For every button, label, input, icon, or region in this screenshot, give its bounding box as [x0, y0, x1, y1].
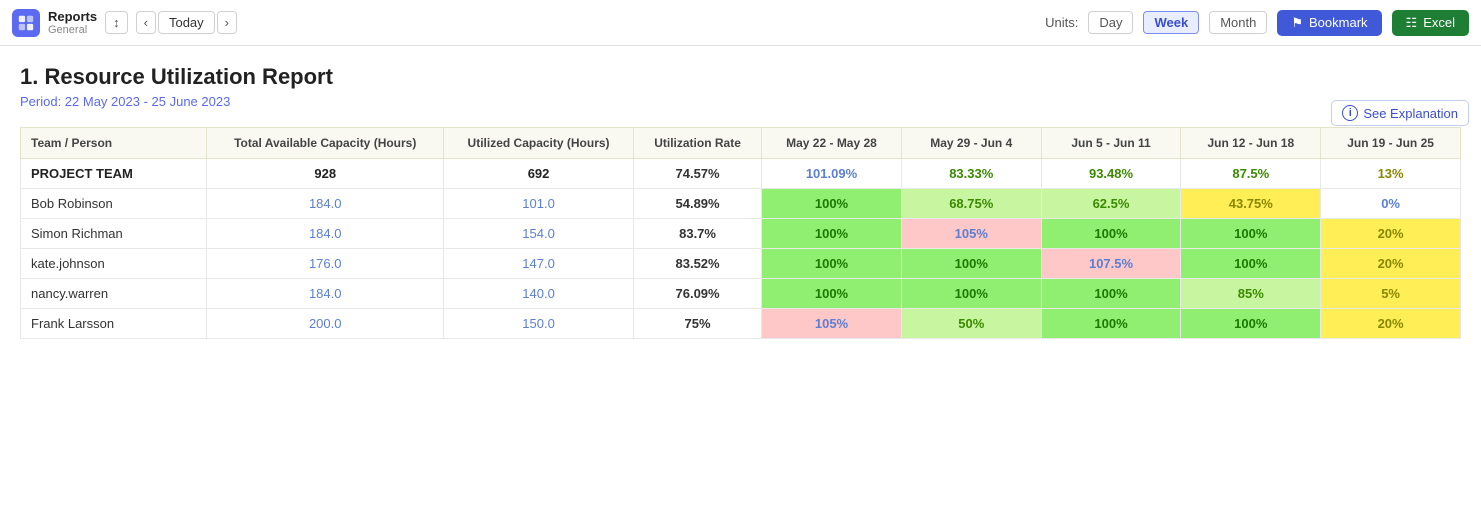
cell-week4: 43.75% — [1181, 189, 1321, 219]
col-week1: May 22 - May 28 — [762, 128, 902, 159]
cell-week2: 50% — [901, 309, 1041, 339]
bookmark-icon: ⚑ — [1291, 15, 1303, 31]
table-row: Frank Larsson 200.0 150.0 75% 105% 50% 1… — [21, 309, 1461, 339]
bookmark-button[interactable]: ⚑ Bookmark — [1277, 10, 1381, 36]
cell-total: 184.0 — [207, 279, 444, 309]
cell-week4: 85% — [1181, 279, 1321, 309]
cell-name: PROJECT TEAM — [21, 159, 207, 189]
nav-app-name: Reports — [48, 9, 97, 24]
nav-arrows: ‹ Today › — [136, 11, 237, 34]
cell-utilized: 692 — [444, 159, 634, 189]
cell-week5: 13% — [1321, 159, 1461, 189]
see-explanation-label: See Explanation — [1363, 106, 1458, 121]
cell-week4: 87.5% — [1181, 159, 1321, 189]
cell-week1: 105% — [762, 309, 902, 339]
cell-total: 176.0 — [207, 249, 444, 279]
cell-week3: 100% — [1041, 279, 1181, 309]
cell-name: nancy.warren — [21, 279, 207, 309]
cell-utilized: 140.0 — [444, 279, 634, 309]
col-utilized-capacity: Utilized Capacity (Hours) — [444, 128, 634, 159]
col-total-available: Total Available Capacity (Hours) — [207, 128, 444, 159]
utilization-table: Team / Person Total Available Capacity (… — [20, 127, 1461, 339]
cell-week2: 105% — [901, 219, 1041, 249]
cell-name: kate.johnson — [21, 249, 207, 279]
cell-total: 928 — [207, 159, 444, 189]
nav-right: Units: Day Week Month ⚑ Bookmark ☷ Excel — [1045, 10, 1469, 36]
bookmark-label: Bookmark — [1309, 15, 1368, 30]
table-row: Simon Richman 184.0 154.0 83.7% 100% 105… — [21, 219, 1461, 249]
cell-week4: 100% — [1181, 249, 1321, 279]
cell-week1: 100% — [762, 189, 902, 219]
table-row: PROJECT TEAM 928 692 74.57% 101.09% 83.3… — [21, 159, 1461, 189]
table-row: kate.johnson 176.0 147.0 83.52% 100% 100… — [21, 249, 1461, 279]
unit-month-button[interactable]: Month — [1209, 11, 1267, 34]
cell-week3: 100% — [1041, 219, 1181, 249]
top-navigation: Reports General ↕ ‹ Today › Units: Day W… — [0, 0, 1481, 46]
col-week3: Jun 5 - Jun 11 — [1041, 128, 1181, 159]
cell-week4: 100% — [1181, 219, 1321, 249]
today-button[interactable]: Today — [158, 11, 215, 34]
excel-label: Excel — [1423, 15, 1455, 30]
col-week2: May 29 - Jun 4 — [901, 128, 1041, 159]
col-week5: Jun 19 - Jun 25 — [1321, 128, 1461, 159]
nav-app-subtitle: General — [48, 24, 97, 36]
cell-utilized: 150.0 — [444, 309, 634, 339]
cell-week2: 100% — [901, 249, 1041, 279]
cell-week3: 107.5% — [1041, 249, 1181, 279]
unit-week-button[interactable]: Week — [1143, 11, 1199, 34]
nav-report-label: Reports General — [48, 9, 97, 36]
cell-name: Frank Larsson — [21, 309, 207, 339]
see-explanation-button[interactable]: i See Explanation — [1331, 100, 1469, 126]
excel-button[interactable]: ☷ Excel — [1392, 10, 1469, 36]
info-icon: i — [1342, 105, 1358, 121]
cell-name: Bob Robinson — [21, 189, 207, 219]
cell-week2: 68.75% — [901, 189, 1041, 219]
cell-week3: 62.5% — [1041, 189, 1181, 219]
chevron-up-icon[interactable]: ↕ — [105, 11, 128, 34]
col-week4: Jun 12 - Jun 18 — [1181, 128, 1321, 159]
cell-week5: 0% — [1321, 189, 1461, 219]
cell-week1: 101.09% — [762, 159, 902, 189]
cell-total: 184.0 — [207, 219, 444, 249]
cell-week1: 100% — [762, 249, 902, 279]
cell-week3: 93.48% — [1041, 159, 1181, 189]
cell-rate: 74.57% — [634, 159, 762, 189]
col-team-person: Team / Person — [21, 128, 207, 159]
cell-week4: 100% — [1181, 309, 1321, 339]
col-utilization-rate: Utilization Rate — [634, 128, 762, 159]
cell-week5: 20% — [1321, 219, 1461, 249]
page-title: 1. Resource Utilization Report — [20, 64, 1461, 90]
cell-utilized: 154.0 — [444, 219, 634, 249]
cell-week2: 83.33% — [901, 159, 1041, 189]
next-button[interactable]: › — [217, 11, 237, 34]
cell-total: 184.0 — [207, 189, 444, 219]
cell-week5: 20% — [1321, 309, 1461, 339]
cell-rate: 54.89% — [634, 189, 762, 219]
table-row: nancy.warren 184.0 140.0 76.09% 100% 100… — [21, 279, 1461, 309]
cell-week5: 20% — [1321, 249, 1461, 279]
cell-week1: 100% — [762, 219, 902, 249]
prev-button[interactable]: ‹ — [136, 11, 156, 34]
period-text: Period: 22 May 2023 - 25 June 2023 — [20, 94, 1461, 109]
cell-week1: 100% — [762, 279, 902, 309]
table-row: Bob Robinson 184.0 101.0 54.89% 100% 68.… — [21, 189, 1461, 219]
cell-week2: 100% — [901, 279, 1041, 309]
cell-rate: 83.52% — [634, 249, 762, 279]
app-logo — [12, 9, 40, 37]
page-content: 1. Resource Utilization Report Period: 2… — [0, 46, 1481, 357]
cell-rate: 83.7% — [634, 219, 762, 249]
units-label: Units: — [1045, 15, 1078, 30]
cell-rate: 76.09% — [634, 279, 762, 309]
cell-week3: 100% — [1041, 309, 1181, 339]
nav-left: Reports General ↕ ‹ Today › — [12, 9, 237, 37]
table-header-row: Team / Person Total Available Capacity (… — [21, 128, 1461, 159]
cell-utilized: 101.0 — [444, 189, 634, 219]
cell-name: Simon Richman — [21, 219, 207, 249]
cell-utilized: 147.0 — [444, 249, 634, 279]
excel-icon: ☷ — [1406, 15, 1418, 31]
cell-rate: 75% — [634, 309, 762, 339]
unit-day-button[interactable]: Day — [1088, 11, 1133, 34]
cell-week5: 5% — [1321, 279, 1461, 309]
cell-total: 200.0 — [207, 309, 444, 339]
